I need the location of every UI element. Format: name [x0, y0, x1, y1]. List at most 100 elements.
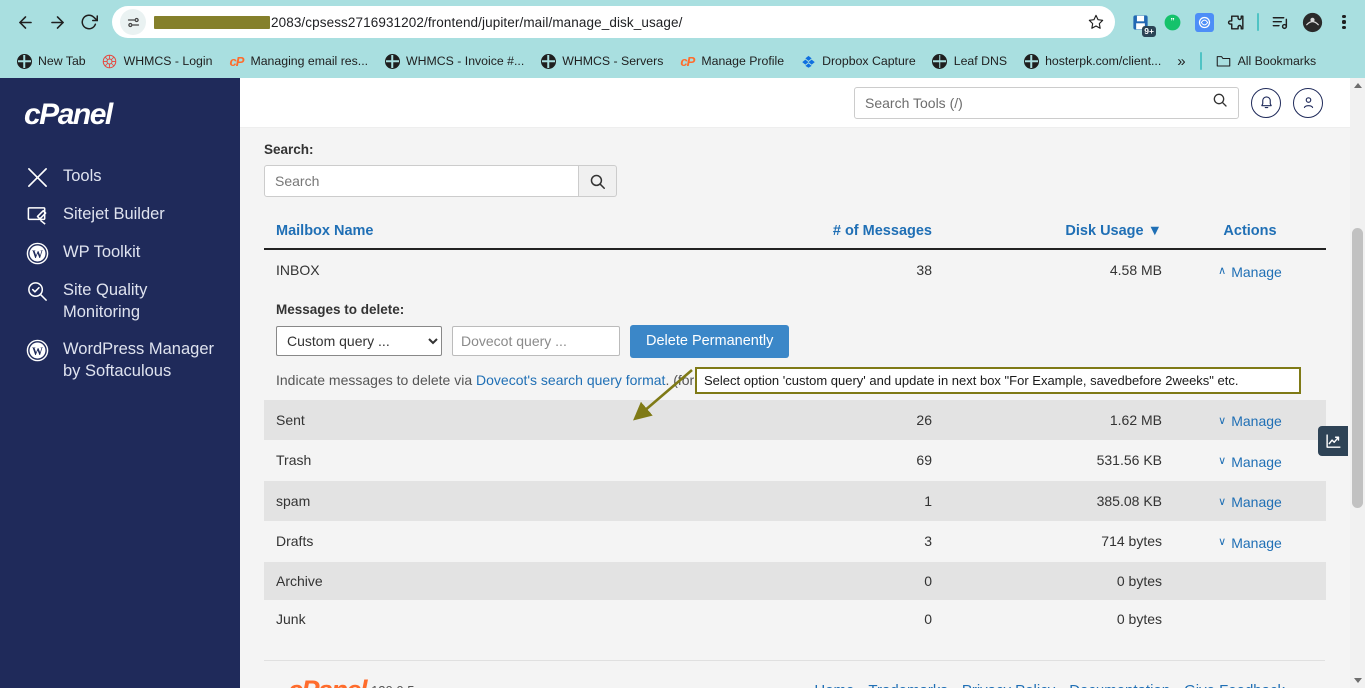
cell-actions[interactable]: ∨ Manage — [1174, 440, 1326, 481]
search-tools-input[interactable] — [865, 94, 1212, 111]
manage-link[interactable]: ∧ Manage — [1218, 264, 1282, 280]
search-icon[interactable] — [1212, 92, 1228, 113]
content-area: Search: Mailbox Name # of Messages Disk … — [240, 128, 1365, 688]
sidebar-item-sitejet-builder[interactable]: Sitejet Builder — [0, 196, 240, 234]
cell-actions[interactable]: ∨ Manage — [1174, 521, 1326, 562]
bookmark-whmcs-servers[interactable]: WHMCS - Servers — [532, 50, 671, 72]
bookmark-dropbox-capture[interactable]: Dropbox Capture — [792, 50, 924, 72]
scroll-down-arrow[interactable] — [1350, 673, 1365, 688]
magnifier-check-icon — [24, 279, 50, 303]
table-body: INBOX 38 4.58 MB ∧ Manage Messages to de… — [264, 249, 1326, 638]
chart-icon — [1325, 433, 1341, 448]
col-mailbox-name[interactable]: Mailbox Name — [264, 219, 694, 250]
grammarly-icon[interactable]: ” — [1161, 11, 1183, 33]
notifications-button[interactable] — [1251, 87, 1281, 118]
sidebar-item-label: WordPress Manager by Softaculous — [63, 339, 215, 380]
dropbox-icon — [800, 53, 816, 69]
cell-messages: 0 — [694, 561, 944, 600]
sidebar-item-wordpress-manager[interactable]: W WordPress Manager by Softaculous — [0, 331, 240, 390]
reload-button[interactable] — [74, 7, 104, 37]
table-row[interactable]: INBOX 38 4.58 MB ∧ Manage — [264, 249, 1326, 291]
back-button[interactable] — [10, 7, 40, 37]
manage-link[interactable]: ∨ Manage — [1218, 535, 1282, 551]
bookmark-leaf-dns[interactable]: Leaf DNS — [924, 50, 1015, 72]
manage-link[interactable]: ∨ Manage — [1218, 454, 1282, 470]
footer-link-give-feedback[interactable]: Give Feedback — [1184, 682, 1285, 688]
page-scrollbar[interactable] — [1350, 78, 1365, 688]
chatgpt-extension-icon[interactable] — [1193, 11, 1215, 33]
bookmark-managing-email[interactable]: cP Managing email res... — [220, 50, 376, 72]
whmcs-icon — [102, 53, 118, 69]
playlist-icon[interactable] — [1269, 11, 1291, 33]
delete-controls-row: Custom query ... Delete Permanently — [276, 324, 1314, 358]
site-settings-icon[interactable] — [120, 9, 146, 35]
scroll-up-arrow[interactable] — [1350, 78, 1365, 93]
search-label: Search: — [264, 142, 314, 157]
footer-link-privacy-policy[interactable]: Privacy Policy — [962, 682, 1055, 688]
extension-badge: 9+ — [1142, 26, 1156, 37]
cell-mailbox-name: Junk — [276, 610, 306, 627]
footer-link-home[interactable]: Home — [814, 682, 854, 688]
extensions-puzzle-icon[interactable] — [1225, 11, 1247, 33]
tools-search-box[interactable] — [854, 86, 1239, 119]
globe-icon — [16, 53, 32, 69]
manage-label: Manage — [1231, 534, 1282, 551]
bookmark-star-icon[interactable] — [1083, 9, 1109, 35]
cell-mailbox-name: Trash — [276, 452, 312, 469]
cell-mailbox-name: Archive — [264, 561, 694, 600]
cell-actions — [1174, 600, 1326, 638]
scrollbar-thumb[interactable] — [1352, 228, 1363, 508]
cell-actions[interactable]: ∨ Manage — [1174, 480, 1326, 521]
table-row[interactable]: Drafts 3 714 bytes ∨ Manage — [264, 521, 1326, 562]
page-body: cPanel Tools Sitejet Builder W WP Toolki… — [0, 78, 1365, 688]
custom-query-select[interactable]: Custom query ... — [276, 326, 442, 356]
bookmark-whmcs-invoice[interactable]: WHMCS - Invoice #... — [376, 50, 532, 72]
bookmark-new-tab[interactable]: New Tab — [8, 50, 94, 72]
svg-text:W: W — [31, 345, 42, 357]
manage-label: Manage — [1231, 413, 1282, 429]
bookmark-label: WHMCS - Servers — [562, 54, 664, 68]
all-bookmarks-button[interactable]: All Bookmarks — [1208, 50, 1325, 72]
cell-messages: 1 — [694, 480, 944, 521]
bookmark-whmcs-login[interactable]: WHMCS - Login — [94, 50, 221, 72]
table-row[interactable]: Trash 69 531.56 KB ∨ Manage — [264, 440, 1326, 481]
account-button[interactable] — [1293, 87, 1323, 118]
col-messages[interactable]: # of Messages — [694, 219, 944, 250]
analytics-widget-tab[interactable] — [1318, 426, 1348, 456]
bookmark-manage-profile[interactable]: cP Manage Profile — [671, 50, 792, 72]
col-disk-usage[interactable]: Disk Usage ▼ — [944, 219, 1174, 250]
mailbox-search-input[interactable] — [264, 165, 579, 197]
extension-save-icon[interactable]: 9+ — [1129, 11, 1156, 37]
bookmarks-overflow-button[interactable]: » — [1169, 51, 1193, 72]
cell-actions[interactable]: ∨ Manage — [1174, 399, 1326, 440]
hint-prefix: Indicate messages to delete via — [276, 371, 477, 388]
browser-menu-icon[interactable] — [1333, 11, 1355, 33]
table-row[interactable]: Junk 0 0 bytes — [264, 600, 1326, 638]
sidebar-item-wp-toolkit[interactable]: W WP Toolkit — [0, 234, 240, 272]
table-row[interactable]: Sent 26 1.62 MB ∨ Manage — [264, 399, 1326, 440]
globe-icon — [1023, 53, 1039, 69]
footer-link-documentation[interactable]: Documentation — [1069, 682, 1170, 688]
table-row[interactable]: spam 1 385.08 KB ∨ Manage — [264, 480, 1326, 521]
profile-avatar-icon[interactable] — [1301, 11, 1323, 33]
manage-link[interactable]: ∨ Manage — [1218, 494, 1282, 510]
cell-actions[interactable]: ∧ Manage — [1174, 249, 1326, 291]
address-bar[interactable]: 2083/cpsess2716931202/frontend/jupiter/m… — [112, 6, 1115, 38]
footer-link-trademarks[interactable]: Trademarks — [868, 682, 947, 688]
manage-link[interactable]: ∨ Manage — [1218, 413, 1282, 429]
table-row[interactable]: Archive 0 0 bytes — [264, 561, 1326, 600]
bookmark-hosterpk[interactable]: hosterpk.com/client... — [1015, 50, 1169, 72]
sidebar-item-tools[interactable]: Tools — [0, 158, 240, 196]
messages-to-delete-label: Messages to delete: — [276, 301, 405, 317]
toolbar-divider — [1257, 13, 1259, 31]
footer-version: 120.0.5 — [371, 683, 414, 688]
forward-button[interactable] — [42, 7, 72, 37]
dovecot-format-link[interactable]: Dovecot's search query format — [476, 372, 665, 388]
mailbox-search-button[interactable] — [579, 165, 617, 197]
dovecot-query-input[interactable] — [452, 326, 620, 356]
mailbox-table: Mailbox Name # of Messages Disk Usage ▼ … — [264, 219, 1326, 638]
sidebar-item-site-quality-monitoring[interactable]: Site Quality Monitoring — [0, 272, 240, 331]
cpanel-logo: cPanel — [24, 98, 113, 131]
browser-toolbar-icons: 9+ ” — [1123, 11, 1355, 37]
delete-permanently-button[interactable]: Delete Permanently — [630, 324, 790, 358]
